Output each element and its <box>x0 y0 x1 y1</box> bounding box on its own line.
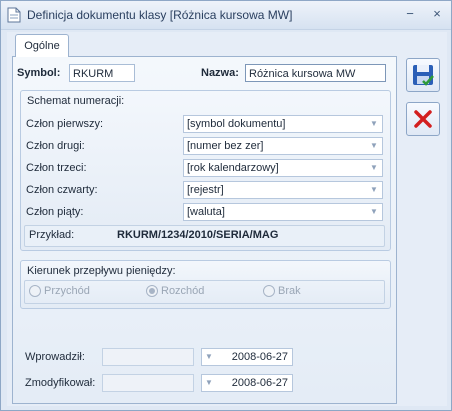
chevron-down-icon: ▼ <box>205 352 213 361</box>
chevron-down-icon: ▼ <box>205 378 213 387</box>
kierunek-group: Kierunek przepływu pieniędzy: Przychód R… <box>20 260 391 309</box>
zmodyfikowal-label: Zmodyfikował: <box>25 377 96 389</box>
chevron-down-icon[interactable]: ▼ <box>368 116 380 132</box>
radio-przychod[interactable]: Przychód <box>29 285 90 297</box>
schemat-title: Schemat numeracji: <box>27 95 125 107</box>
zmodyfikowal-user-field <box>102 374 194 392</box>
save-button[interactable] <box>406 58 440 92</box>
wprowadzil-date: ▼ 2008-06-27 <box>201 348 293 366</box>
title-bar: Definicja dokumentu klasy [Różnica kurso… <box>1 1 451 30</box>
czlon-2-value: [numer bez zer] <box>187 140 264 152</box>
symbol-field[interactable]: RKURM <box>69 64 135 82</box>
document-icon <box>7 7 21 23</box>
czlon-1-value: [symbol dokumentu] <box>187 118 286 130</box>
czlon-2-label: Człon drugi: <box>26 140 85 152</box>
example-box: Przykład: RKURM/1234/2010/SERIA/MAG <box>24 225 385 247</box>
czlon-5-select[interactable]: [waluta] ▼ <box>183 203 383 221</box>
czlon-4-select[interactable]: [rejestr] ▼ <box>183 181 383 199</box>
nazwa-field[interactable]: Różnica kursowa MW <box>245 64 386 82</box>
czlon-1-label: Człon pierwszy: <box>26 118 104 130</box>
radio-brak-label: Brak <box>278 285 301 297</box>
save-icon <box>413 65 434 86</box>
close-button[interactable]: × <box>428 6 446 22</box>
chevron-down-icon[interactable]: ▼ <box>368 160 380 176</box>
nazwa-label: Nazwa: <box>201 67 239 79</box>
schemat-group: Schemat numeracji: Człon pierwszy: [symb… <box>20 90 391 251</box>
czlon-4-label: Człon czwarty: <box>26 184 98 196</box>
example-value: RKURM/1234/2010/SERIA/MAG <box>117 229 279 241</box>
kierunek-options: Przychód Rozchód Brak <box>24 280 385 304</box>
chevron-down-icon[interactable]: ▼ <box>368 204 380 220</box>
czlon-5-label: Człon piąty: <box>26 206 84 218</box>
czlon-2-select[interactable]: [numer bez zer] ▼ <box>183 137 383 155</box>
radio-dot-selected-icon <box>146 285 158 297</box>
radio-rozchod[interactable]: Rozchód <box>146 285 204 297</box>
czlon-3-label: Człon trzeci: <box>26 162 87 174</box>
symbol-label: Symbol: <box>17 67 61 79</box>
kierunek-title: Kierunek przepływu pieniędzy: <box>27 265 176 277</box>
wprowadzil-label: Wprowadził: <box>25 351 85 363</box>
wprowadzil-user-field <box>102 348 194 366</box>
example-label: Przykład: <box>29 229 75 241</box>
radio-brak[interactable]: Brak <box>263 285 301 297</box>
zmodyfikowal-date: ▼ 2008-06-27 <box>201 374 293 392</box>
radio-dot-icon <box>29 285 41 297</box>
chevron-down-icon[interactable]: ▼ <box>368 138 380 154</box>
czlon-3-select[interactable]: [rok kalendarzowy] ▼ <box>183 159 383 177</box>
tab-panel-ogolne: Symbol: RKURM Nazwa: Różnica kursowa MW … <box>12 56 397 404</box>
radio-rozchod-label: Rozchód <box>161 285 205 297</box>
wprowadzil-date-value: 2008-06-27 <box>231 351 288 363</box>
minimize-button[interactable]: − <box>401 6 419 22</box>
tab-ogolne[interactable]: Ogólne <box>15 34 69 57</box>
window-title: Definicja dokumentu klasy [Różnica kurso… <box>27 8 293 22</box>
radio-przychod-label: Przychód <box>44 285 90 297</box>
zmodyfikowal-date-value: 2008-06-27 <box>231 377 288 389</box>
czlon-4-value: [rejestr] <box>187 184 224 196</box>
radio-dot-icon <box>263 285 275 297</box>
dialog-body: Ogólne Symbol: RKURM Nazwa: Różnica kurs… <box>7 32 447 406</box>
czlon-5-value: [waluta] <box>187 206 225 218</box>
cancel-button[interactable] <box>406 102 440 136</box>
dialog-window: Definicja dokumentu klasy [Różnica kurso… <box>0 0 452 411</box>
czlon-1-select[interactable]: [symbol dokumentu] ▼ <box>183 115 383 133</box>
czlon-3-value: [rok kalendarzowy] <box>187 162 279 174</box>
chevron-down-icon[interactable]: ▼ <box>368 182 380 198</box>
cancel-icon <box>414 110 432 128</box>
